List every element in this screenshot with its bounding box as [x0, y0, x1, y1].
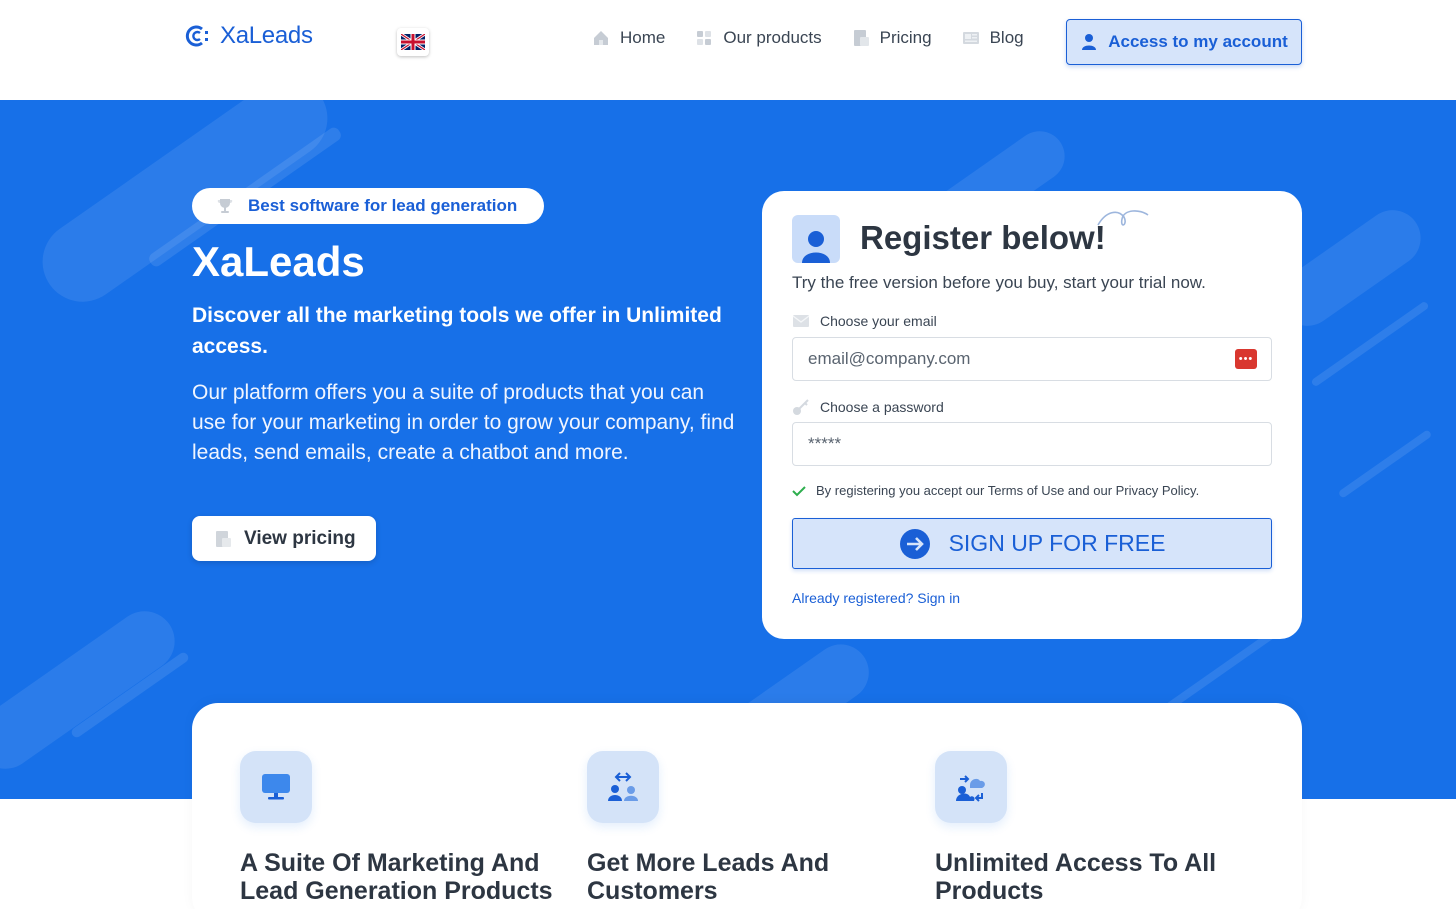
nav-links: Home Our products Pricing Blog: [592, 28, 1024, 48]
nav-home-label: Home: [620, 28, 666, 47]
register-subtitle: Try the free version before you buy, sta…: [792, 273, 1206, 292]
hero-badge: Best software for lead generation: [192, 188, 544, 224]
trophy-icon: [217, 199, 233, 213]
avatar: [792, 215, 840, 263]
nav-pricing[interactable]: Pricing: [852, 28, 932, 48]
nav-blog[interactable]: Blog: [962, 28, 1024, 48]
user-icon: [1082, 34, 1097, 50]
arrow-right-circle-icon: [899, 528, 930, 559]
access-account-label: Access to my account: [1108, 32, 1288, 51]
terms-notice: By registering you accept our Terms of U…: [792, 483, 1199, 498]
products-icon: [697, 31, 712, 45]
home-icon: [594, 31, 608, 45]
blog-icon: [962, 32, 979, 44]
feature-item: Unlimited Access To All Products: [935, 751, 1265, 905]
feature-item: Get More Leads And Customers: [587, 751, 917, 905]
nav-pricing-label: Pricing: [879, 28, 932, 47]
features-section: A Suite Of Marketing And Lead Generation…: [192, 703, 1302, 909]
user-avatar-icon: [802, 231, 830, 263]
uk-flag-icon: [401, 34, 425, 50]
logo-icon: [184, 23, 210, 49]
feature-icon-box: [240, 751, 312, 823]
nav-products-label: Our products: [723, 28, 822, 47]
pricing-icon: [853, 30, 869, 46]
nav-blog-label: Blog: [989, 28, 1024, 47]
feature-title: Unlimited Access To All Products: [935, 849, 1217, 905]
view-pricing-label: View pricing: [244, 527, 356, 549]
hero-title: XaLeads: [192, 238, 365, 285]
hero-section: Best software for lead generation XaLead…: [0, 100, 1456, 799]
access-account-button[interactable]: Access to my account: [1066, 19, 1302, 65]
decor-stripe: [0, 599, 187, 781]
password-field[interactable]: *****: [792, 422, 1272, 466]
view-pricing-button[interactable]: View pricing: [192, 516, 376, 561]
sign-in-link[interactable]: Already registered? Sign in: [792, 590, 960, 606]
cloud-sync-icon: [956, 775, 985, 802]
email-label: Choose your email: [792, 313, 937, 329]
feature-title: Get More Leads And Customers: [587, 849, 830, 905]
top-navbar: XaLeads Home Our products Pricing Blog A…: [0, 0, 1456, 100]
password-label: Choose a password: [792, 398, 944, 416]
sign-up-label: SIGN UP FOR FREE: [948, 530, 1166, 556]
password-placeholder: *****: [808, 434, 842, 453]
nav-home[interactable]: Home: [592, 28, 665, 48]
feature-title: A Suite Of Marketing And Lead Generation…: [240, 849, 553, 905]
envelope-icon: [792, 315, 810, 327]
feature-item: A Suite Of Marketing And Lead Generation…: [240, 751, 570, 905]
pricing-icon: [216, 530, 231, 547]
squiggle-decoration: [1097, 210, 1149, 226]
users-exchange-icon: [608, 772, 638, 801]
language-selector[interactable]: [397, 28, 429, 56]
password-label-text: Choose a password: [820, 399, 944, 415]
logo-text: XaLeads: [220, 22, 313, 49]
email-field[interactable]: email@company.com •••: [792, 337, 1272, 381]
hero-subtitle: Discover all the marketing tools we offe…: [192, 304, 722, 358]
feature-icon-box: [587, 751, 659, 823]
email-placeholder: email@company.com: [808, 349, 971, 368]
sign-up-button[interactable]: SIGN UP FOR FREE: [792, 518, 1272, 569]
hero-description: Our platform offers you a suite of produ…: [192, 381, 735, 464]
nav-products[interactable]: Our products: [695, 28, 822, 48]
email-label-text: Choose your email: [820, 313, 937, 329]
register-card: Register below! Try the free version bef…: [762, 191, 1302, 639]
monitor-icon: [262, 774, 290, 800]
key-icon: [793, 399, 809, 415]
terms-text: By registering you accept our Terms of U…: [816, 483, 1200, 498]
check-icon: [792, 485, 806, 496]
logo[interactable]: XaLeads: [184, 22, 313, 50]
feature-icon-box: [935, 751, 1007, 823]
register-title: Register below!: [860, 219, 1106, 256]
password-manager-icon[interactable]: •••: [1235, 349, 1257, 369]
decor-stripe: [1337, 429, 1433, 499]
hero-badge-label: Best software for lead generation: [248, 196, 518, 215]
